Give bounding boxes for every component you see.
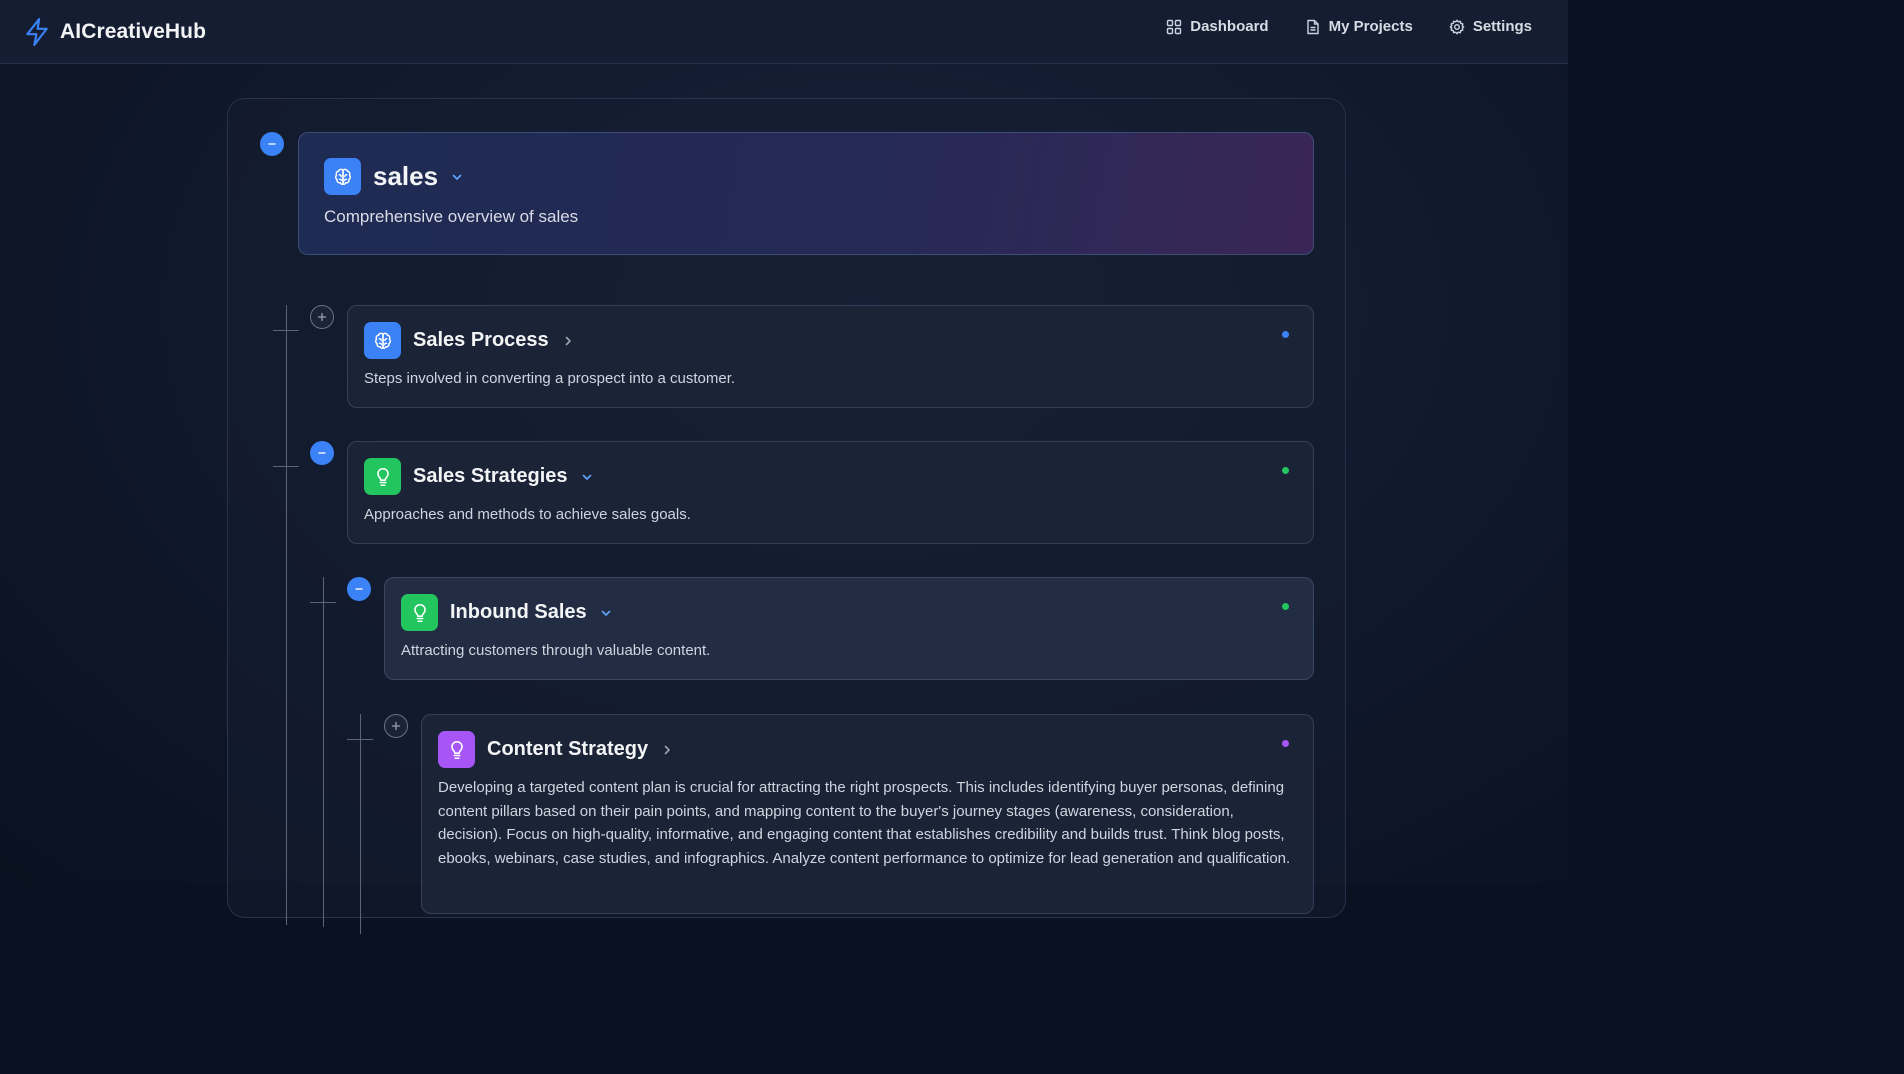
node-description: Attracting customers through valuable co…: [401, 642, 711, 659]
node-description: Steps involved in converting a prospect …: [364, 370, 736, 387]
status-dot: [1282, 740, 1289, 747]
status-dot: [1282, 603, 1289, 610]
collapse-button[interactable]: [260, 132, 284, 156]
collapse-button[interactable]: [310, 441, 334, 465]
tree-connector: [286, 305, 287, 925]
expand-button[interactable]: [310, 305, 334, 329]
node-description: Developing a targeted content plan is cr…: [438, 779, 1291, 867]
tree-connector: [310, 602, 336, 603]
brand[interactable]: AICreativeHub: [24, 16, 206, 48]
brain-icon: [364, 322, 401, 359]
minus-icon: [355, 588, 363, 590]
collapse-button[interactable]: [347, 577, 371, 601]
lightbulb-icon: [401, 594, 438, 631]
document-icon: [1306, 19, 1319, 34]
node-title: Sales Process: [413, 329, 549, 351]
nav-my-projects-label: My Projects: [1328, 18, 1413, 35]
minus-icon: [318, 452, 326, 454]
status-dot: [1282, 467, 1289, 474]
tree-connector: [323, 577, 324, 927]
brain-icon: [324, 158, 361, 195]
tree-connector: [360, 714, 361, 934]
brand-name: AICreativeHub: [60, 20, 207, 43]
node-description: Approaches and methods to achieve sales …: [364, 506, 691, 523]
gear-icon: [1449, 19, 1465, 34]
chevron-down-icon[interactable]: [450, 170, 464, 184]
grid-icon: [1167, 19, 1182, 34]
node-content-strategy[interactable]: Content Strategy Developing a targeted c…: [421, 714, 1314, 914]
tree-connector: [347, 739, 373, 740]
lightning-icon: [26, 18, 48, 46]
nav-dashboard-label: Dashboard: [1190, 18, 1269, 35]
expand-button[interactable]: [384, 714, 408, 738]
nav-my-projects[interactable]: My Projects: [1305, 18, 1413, 35]
nav-settings[interactable]: Settings: [1449, 18, 1532, 35]
tree-connector: [273, 330, 299, 331]
chevron-right-icon[interactable]: [660, 743, 674, 757]
tree-connector: [273, 466, 299, 467]
nav-dashboard[interactable]: Dashboard: [1166, 18, 1269, 35]
node-inbound-sales[interactable]: Inbound Sales Attracting customers throu…: [384, 577, 1314, 680]
lightbulb-icon: [438, 731, 475, 768]
node-title: Inbound Sales: [450, 601, 587, 623]
plus-icon: [317, 312, 327, 322]
root-node[interactable]: sales Comprehensive overview of sales: [298, 132, 1314, 255]
chevron-down-icon[interactable]: [580, 470, 594, 484]
node-sales-process[interactable]: Sales Process Steps involved in converti…: [347, 305, 1314, 408]
node-sales-strategies[interactable]: Sales Strategies Approaches and methods …: [347, 441, 1314, 544]
nav-settings-label: Settings: [1472, 18, 1532, 35]
node-title: Content Strategy: [487, 738, 649, 760]
nav-links: Dashboard My Projects Settings: [1166, 18, 1532, 35]
top-navbar: AICreativeHub Dashboard My Projects Sett…: [0, 0, 1568, 64]
mindmap-panel: sales Comprehensive overview of sales Sa…: [227, 98, 1346, 934]
chevron-down-icon[interactable]: [599, 606, 613, 620]
plus-icon: [391, 721, 401, 731]
chevron-right-icon[interactable]: [561, 334, 575, 348]
node-title: sales: [373, 161, 439, 191]
lightbulb-icon: [364, 458, 401, 495]
status-dot: [1282, 331, 1289, 338]
minus-icon: [268, 143, 276, 145]
node-description: Comprehensive overview of sales: [324, 207, 579, 226]
node-title: Sales Strategies: [413, 465, 568, 487]
